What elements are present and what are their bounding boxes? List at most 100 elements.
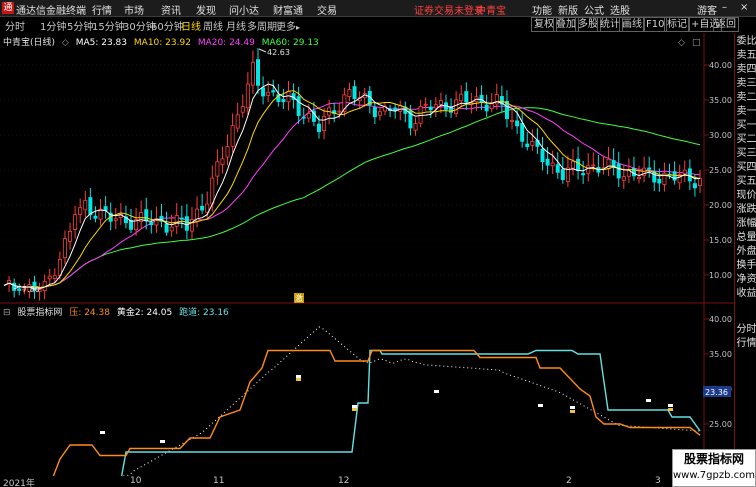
indicator-chart[interactable]: 40.0035.0030.0025.0020.00 23.36 <box>0 304 734 476</box>
menu-ask[interactable]: 问小达 <box>229 2 259 17</box>
signal-mark <box>570 406 575 409</box>
candle-body <box>210 177 215 205</box>
period-multi[interactable]: 多周期 <box>247 18 277 33</box>
candle-body <box>352 86 357 100</box>
period-tick[interactable]: 分时 <box>5 18 25 33</box>
tool-draw[interactable]: 画线 <box>619 17 645 32</box>
menu-newversion[interactable]: 新版 <box>558 2 578 17</box>
side-panel-item[interactable]: 买五 <box>736 175 756 189</box>
period-1min[interactable]: 1分钟 <box>40 18 66 33</box>
app-name: 通达信金融终端 <box>16 6 86 17</box>
chart-gear-icon[interactable]: ◇ <box>678 38 685 48</box>
candle-body <box>576 158 581 172</box>
candle-body <box>464 91 469 103</box>
period-monthly[interactable]: 月线 <box>226 18 246 33</box>
date-label: 2 <box>566 476 572 486</box>
side-panel-item[interactable]: 外盘 <box>736 245 756 259</box>
candle-body <box>337 110 342 113</box>
side-panel-item[interactable]: 行情 <box>736 337 756 351</box>
menu-market[interactable]: 市场 <box>124 2 144 17</box>
candle-body <box>413 123 418 131</box>
side-panel-item[interactable]: 分时 <box>736 323 756 337</box>
axis-label: 20.00 <box>709 201 732 210</box>
candle-body <box>545 158 550 166</box>
chart-close-icon[interactable]: □ <box>692 38 701 48</box>
side-panel-item[interactable]: 卖三 <box>736 77 756 91</box>
menu-wealth[interactable]: 财富通 <box>273 2 303 17</box>
tool-mark[interactable]: 标记 <box>664 17 690 32</box>
candle-body <box>484 104 489 112</box>
candle-body <box>530 140 535 146</box>
side-panel-item[interactable]: 净资 <box>736 273 756 287</box>
candle-body <box>266 91 271 96</box>
candle-body <box>57 259 62 276</box>
side-panel-item[interactable]: 卖一 <box>736 105 756 119</box>
minimize-icon[interactable]: – <box>722 2 727 13</box>
menu-quotes[interactable]: 行情 <box>92 2 112 17</box>
legend-arrow-icon[interactable]: ◇ <box>62 38 69 48</box>
login-status[interactable]: 证券交易未登录 <box>414 2 484 17</box>
menu-formula[interactable]: 公式 <box>584 2 604 17</box>
side-panel-item[interactable]: 买二 <box>736 133 756 147</box>
period-15min[interactable]: 15分钟 <box>92 18 125 33</box>
menu-news[interactable]: 资讯 <box>161 2 181 17</box>
side-panel-item[interactable]: 换手 <box>736 259 756 273</box>
tool-back[interactable]: 返回 <box>713 17 739 32</box>
period-more[interactable]: 更多▸ <box>276 18 300 33</box>
signal-mark <box>570 410 575 413</box>
candle-body <box>205 203 210 213</box>
menu-stock-picker[interactable]: 选股 <box>610 2 630 17</box>
axis-label: 15.00 <box>709 236 732 245</box>
top-menu-bar: 通 通达信金融终端 行情 市场 资讯 发现 问小达 财富通 交易 证券交易未登录… <box>0 0 756 17</box>
period-more-label: 更多 <box>276 22 296 33</box>
side-panel-item[interactable]: 委比 <box>736 35 756 49</box>
candle-body <box>225 146 230 158</box>
candle-body <box>62 238 67 259</box>
axis-label: 25.00 <box>709 420 732 429</box>
candle-body <box>438 100 443 105</box>
candle-body <box>698 178 703 187</box>
close-icon[interactable]: × <box>740 2 748 13</box>
candle-body <box>423 103 428 106</box>
date-label: 10 <box>130 476 142 486</box>
side-panel-item[interactable]: 涨跌 <box>736 203 756 217</box>
side-panel-item[interactable]: 卖二 <box>736 91 756 105</box>
side-panel-item[interactable]: 买三 <box>736 147 756 161</box>
menu-discover[interactable]: 发现 <box>196 2 216 17</box>
paolu-value: 跑道: 23.16 <box>179 308 229 318</box>
period-weekly[interactable]: 周线 <box>203 18 223 33</box>
ya-value: 压: 24.38 <box>69 308 110 318</box>
candle-body <box>372 107 377 118</box>
side-panel-item[interactable]: 现价 <box>736 189 756 203</box>
side-panel-item[interactable]: 涨幅 <box>736 217 756 231</box>
candle-body <box>637 176 642 180</box>
sub-menu-icon[interactable]: ⊟ <box>3 308 11 318</box>
user-guest[interactable]: 游客 <box>697 2 717 17</box>
candle-body <box>200 205 205 211</box>
menu-trade[interactable]: 交易 <box>317 2 337 17</box>
side-panel-item[interactable]: 卖五 <box>736 49 756 63</box>
side-panel-item[interactable]: 卖四 <box>736 63 756 77</box>
period-5min[interactable]: 5分钟 <box>67 18 93 33</box>
menu-function[interactable]: 功能 <box>532 2 552 17</box>
axis-label: 35.00 <box>709 350 732 359</box>
period-60min[interactable]: 60分钟 <box>151 18 184 33</box>
kline-chart[interactable]: 40.00 35.00 30.00 25.00 20.00 15.00 10.00 42.6… <box>0 33 734 304</box>
candle-body <box>479 94 484 103</box>
candle-body <box>78 207 83 215</box>
date-label: 2021年 <box>3 479 35 487</box>
axis-label: 40.00 <box>709 61 732 70</box>
candle-body <box>433 104 438 109</box>
side-panel-item[interactable]: 买一 <box>736 119 756 133</box>
period-daily[interactable]: 日线 <box>181 18 201 33</box>
candle-body <box>144 209 149 221</box>
candle-body <box>515 120 520 127</box>
candle-body <box>581 173 586 176</box>
side-panel-item[interactable]: 总量 <box>736 231 756 245</box>
candle-body <box>149 221 154 226</box>
axis-label: 40.00 <box>709 315 732 324</box>
candle-body <box>164 223 169 233</box>
side-panel-item[interactable]: 收益 <box>736 287 756 301</box>
side-panel-item[interactable]: 买四 <box>736 161 756 175</box>
candle-body <box>261 87 266 97</box>
